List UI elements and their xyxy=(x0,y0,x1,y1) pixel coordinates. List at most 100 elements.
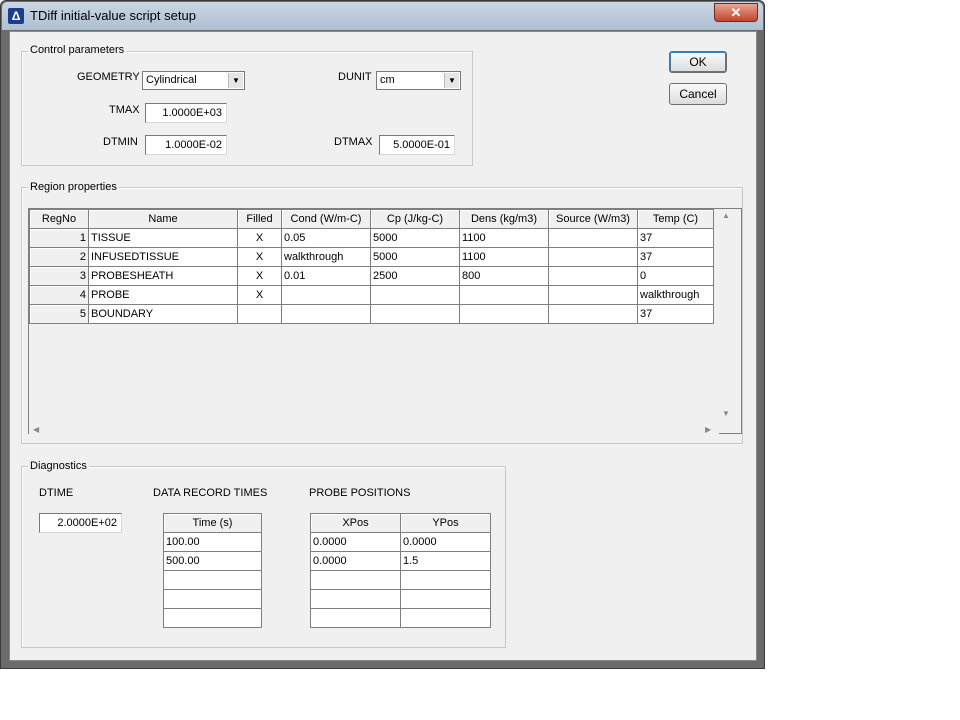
table-row[interactable]: 2 INFUSEDTISSUE Xwalkthrough 5000 1100 37 xyxy=(29,247,714,267)
table-cell[interactable] xyxy=(310,589,401,609)
table-cell[interactable] xyxy=(237,304,282,324)
dtmax-input[interactable]: 5.0000E-01 xyxy=(379,135,455,155)
column-header[interactable]: Temp (C) xyxy=(637,209,714,229)
table-row[interactable]: 5 BOUNDARY 37 xyxy=(29,304,714,324)
dtmin-input[interactable]: 1.0000E-02 xyxy=(145,135,227,155)
table-cell[interactable] xyxy=(281,285,371,305)
scroll-right-icon[interactable]: ▶ xyxy=(705,425,711,434)
table-cell[interactable] xyxy=(459,285,549,305)
table-row[interactable]: 3 PROBESHEATH X 0.01 2500 800 0 xyxy=(29,266,714,286)
table-row[interactable]: 4 PROBE Xwalkthrough xyxy=(29,285,714,305)
dialog-window: Δ TDiff initial-value script setup ✕ Con… xyxy=(0,0,765,669)
table-cell[interactable]: 800 xyxy=(459,266,549,286)
table-row[interactable] xyxy=(310,570,491,590)
table-cell[interactable]: PROBE xyxy=(88,285,238,305)
table-cell[interactable]: X xyxy=(237,266,282,286)
table-cell[interactable]: 37 xyxy=(637,304,714,324)
table-cell[interactable]: 0 xyxy=(637,266,714,286)
column-header[interactable]: Cp (J/kg-C) xyxy=(370,209,460,229)
table-row[interactable]: 500.00 xyxy=(163,551,262,571)
scroll-down-icon[interactable]: ▼ xyxy=(722,409,730,418)
geometry-select[interactable]: Cylindrical ▼ xyxy=(142,71,245,90)
horizontal-scrollbar[interactable]: ◀ ▶ xyxy=(29,422,719,438)
ok-button[interactable]: OK xyxy=(669,51,727,73)
table-row[interactable] xyxy=(163,608,262,628)
table-row[interactable]: 100.00 xyxy=(163,532,262,552)
table-cell[interactable]: X xyxy=(237,247,282,267)
column-header[interactable]: Name xyxy=(88,209,238,229)
table-cell[interactable]: 0.0000 xyxy=(310,532,401,552)
table-row[interactable]: 0.0000 1.5 xyxy=(310,551,491,571)
table-cell[interactable]: walkthrough xyxy=(281,247,371,267)
dtime-input[interactable]: 2.0000E+02 xyxy=(39,513,122,533)
table-row[interactable] xyxy=(310,608,491,628)
dtmax-label: DTMAX xyxy=(334,136,373,148)
chevron-down-icon[interactable]: ▼ xyxy=(444,73,459,88)
table-cell[interactable]: 1.5 xyxy=(400,551,491,571)
table-cell[interactable] xyxy=(400,589,491,609)
table-cell[interactable]: INFUSEDTISSUE xyxy=(88,247,238,267)
table-cell[interactable]: 0.0000 xyxy=(310,551,401,571)
dialog-body: Control parameters GEOMETRY Cylindrical … xyxy=(9,31,757,661)
table-cell[interactable] xyxy=(163,589,262,609)
table-cell[interactable] xyxy=(400,608,491,628)
tmax-input[interactable]: 1.0000E+03 xyxy=(145,103,227,123)
table-cell[interactable]: 100.00 xyxy=(163,532,262,552)
column-header[interactable]: XPos xyxy=(310,513,401,533)
dunit-select[interactable]: cm ▼ xyxy=(376,71,461,90)
table-cell[interactable]: 0.01 xyxy=(281,266,371,286)
scroll-left-icon[interactable]: ◀ xyxy=(33,425,39,434)
table-cell[interactable] xyxy=(163,608,262,628)
table-cell[interactable] xyxy=(310,570,401,590)
column-header[interactable]: Time (s) xyxy=(163,513,262,533)
geometry-value: Cylindrical xyxy=(146,74,197,86)
table-cell[interactable] xyxy=(548,304,638,324)
close-button[interactable]: ✕ xyxy=(714,3,758,22)
table-cell[interactable]: X xyxy=(237,228,282,248)
table-cell[interactable] xyxy=(548,285,638,305)
table-cell[interactable] xyxy=(370,304,460,324)
table-cell[interactable]: walkthrough xyxy=(637,285,714,305)
table-cell[interactable] xyxy=(400,570,491,590)
table-cell[interactable]: 5000 xyxy=(370,228,460,248)
table-row[interactable] xyxy=(163,589,262,609)
table-row[interactable] xyxy=(163,570,262,590)
table-cell[interactable] xyxy=(310,608,401,628)
table-cell[interactable]: PROBESHEATH xyxy=(88,266,238,286)
scroll-up-icon[interactable]: ▲ xyxy=(722,211,730,220)
cancel-button[interactable]: Cancel xyxy=(669,83,727,105)
column-header[interactable]: YPos xyxy=(400,513,491,533)
table-cell[interactable]: BOUNDARY xyxy=(88,304,238,324)
table-cell[interactable]: 500.00 xyxy=(163,551,262,571)
vertical-scrollbar[interactable]: ▲ ▼ xyxy=(718,209,734,423)
table-row[interactable]: 0.0000 0.0000 xyxy=(310,532,491,552)
column-header[interactable]: Source (W/m3) xyxy=(548,209,638,229)
table-cell[interactable]: 37 xyxy=(637,228,714,248)
column-header[interactable]: RegNo xyxy=(29,209,89,229)
table-cell[interactable]: TISSUE xyxy=(88,228,238,248)
table-cell[interactable]: X xyxy=(237,285,282,305)
table-cell[interactable]: 1100 xyxy=(459,228,549,248)
title-bar[interactable]: Δ TDiff initial-value script setup ✕ xyxy=(2,2,763,30)
table-cell[interactable]: 1100 xyxy=(459,247,549,267)
table-cell[interactable]: 37 xyxy=(637,247,714,267)
dtime-label: DTIME xyxy=(39,487,74,499)
table-cell[interactable] xyxy=(548,228,638,248)
table-cell[interactable] xyxy=(281,304,371,324)
table-cell[interactable] xyxy=(459,304,549,324)
table-cell[interactable] xyxy=(548,247,638,267)
table-cell[interactable]: 0.0000 xyxy=(400,532,491,552)
table-cell[interactable]: 0.05 xyxy=(281,228,371,248)
column-header[interactable]: Filled xyxy=(237,209,282,229)
table-cell[interactable] xyxy=(163,570,262,590)
table-row[interactable] xyxy=(310,589,491,609)
table-row[interactable]: 1 TISSUE X 0.05 5000 1100 37 xyxy=(29,228,714,248)
geometry-label: GEOMETRY xyxy=(77,71,140,83)
table-cell[interactable] xyxy=(370,285,460,305)
table-cell[interactable]: 5000 xyxy=(370,247,460,267)
chevron-down-icon[interactable]: ▼ xyxy=(228,73,243,88)
column-header[interactable]: Dens (kg/m3) xyxy=(459,209,549,229)
column-header[interactable]: Cond (W/m-C) xyxy=(281,209,371,229)
table-cell[interactable]: 2500 xyxy=(370,266,460,286)
table-cell[interactable] xyxy=(548,266,638,286)
